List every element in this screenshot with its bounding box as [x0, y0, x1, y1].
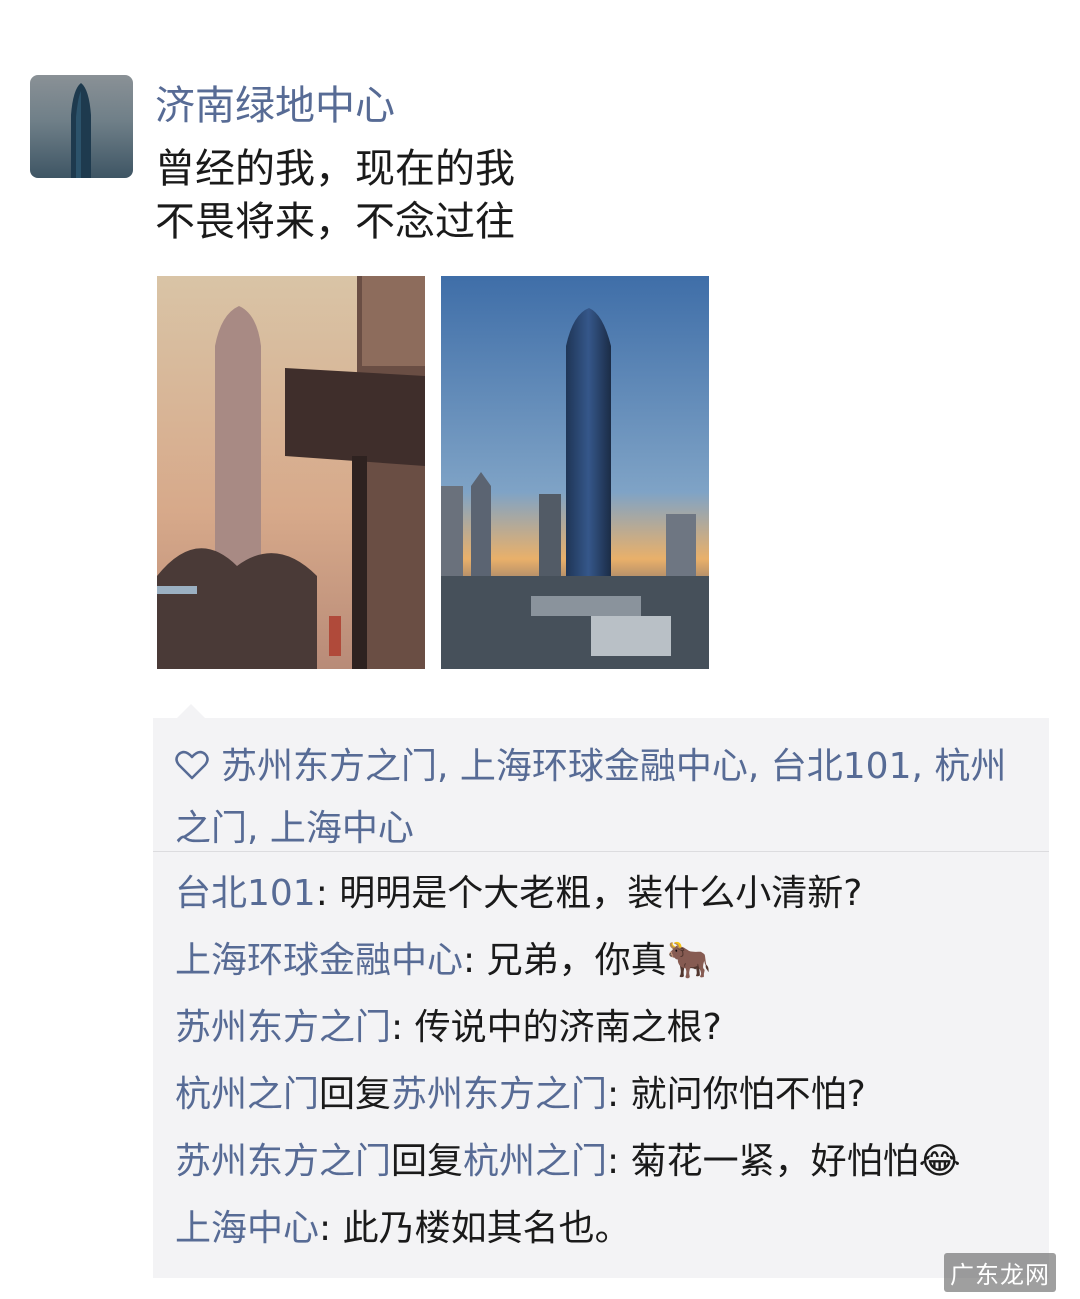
comment-text: : 兄弟，你真	[463, 940, 667, 981]
reply-word: 回复	[391, 1141, 464, 1182]
divider	[153, 851, 1049, 852]
comment-item[interactable]: 上海中心: 此乃楼如其名也。	[175, 1195, 1035, 1262]
post-text-line: 曾经的我，现在的我	[155, 146, 515, 192]
comment-text: : 此乃楼如其名也。	[319, 1208, 631, 1249]
commenter-name[interactable]: 上海中心	[175, 1208, 319, 1249]
reply-to-name[interactable]: 杭州之门	[463, 1141, 607, 1182]
comment-text: : 传说中的济南之根?	[391, 1007, 722, 1048]
reply-word: 回复	[319, 1074, 392, 1115]
post-photo-now[interactable]	[441, 276, 709, 669]
comment-item[interactable]: 杭州之门回复苏州东方之门: 就问你怕不怕?	[175, 1061, 1035, 1128]
interaction-panel: 苏州东方之门, 上海环球金融中心, 台北101, 杭州之门, 上海中心 台北10…	[153, 718, 1049, 1278]
laughing-tears-emoji-icon: 😂	[918, 1141, 961, 1182]
likes-names[interactable]: 苏州东方之门, 上海环球金融中心, 台北101, 杭州之门, 上海中心	[175, 746, 1006, 849]
likes-row: 苏州东方之门, 上海环球金融中心, 台北101, 杭州之门, 上海中心	[175, 736, 1031, 860]
comment-item[interactable]: 上海环球金融中心: 兄弟，你真🐂	[175, 927, 1035, 994]
comment-text: : 菊花一紧，好怕怕	[607, 1141, 919, 1182]
watermark: 广东龙网	[944, 1253, 1056, 1292]
comments-list: 台北101: 明明是个大老粗，装什么小清新? 上海环球金融中心: 兄弟，你真🐂 …	[175, 860, 1035, 1262]
commenter-name[interactable]: 台北101	[175, 873, 316, 914]
heart-icon	[175, 750, 209, 780]
author-name[interactable]: 济南绿地中心	[155, 80, 395, 132]
commenter-name[interactable]: 苏州东方之门	[175, 1141, 391, 1182]
post-photo-then[interactable]	[157, 276, 425, 669]
ox-emoji-icon: 🐂	[666, 940, 712, 981]
commenter-name[interactable]: 苏州东方之门	[175, 1007, 391, 1048]
comment-item[interactable]: 苏州东方之门: 传说中的济南之根?	[175, 994, 1035, 1061]
panel-arrow	[177, 704, 205, 718]
avatar[interactable]	[30, 75, 133, 178]
post-text: 曾经的我，现在的我 不畏将来，不念过往	[155, 143, 515, 249]
comment-item[interactable]: 苏州东方之门回复杭州之门: 菊花一紧，好怕怕😂	[175, 1128, 1035, 1195]
reply-to-name[interactable]: 苏州东方之门	[391, 1074, 607, 1115]
post-text-line: 不畏将来，不念过往	[155, 199, 515, 245]
comment-text: : 就问你怕不怕?	[607, 1074, 866, 1115]
commenter-name[interactable]: 杭州之门	[175, 1074, 319, 1115]
comment-item[interactable]: 台北101: 明明是个大老粗，装什么小清新?	[175, 860, 1035, 927]
commenter-name[interactable]: 上海环球金融中心	[175, 940, 463, 981]
comment-text: : 明明是个大老粗，装什么小清新?	[315, 873, 863, 914]
